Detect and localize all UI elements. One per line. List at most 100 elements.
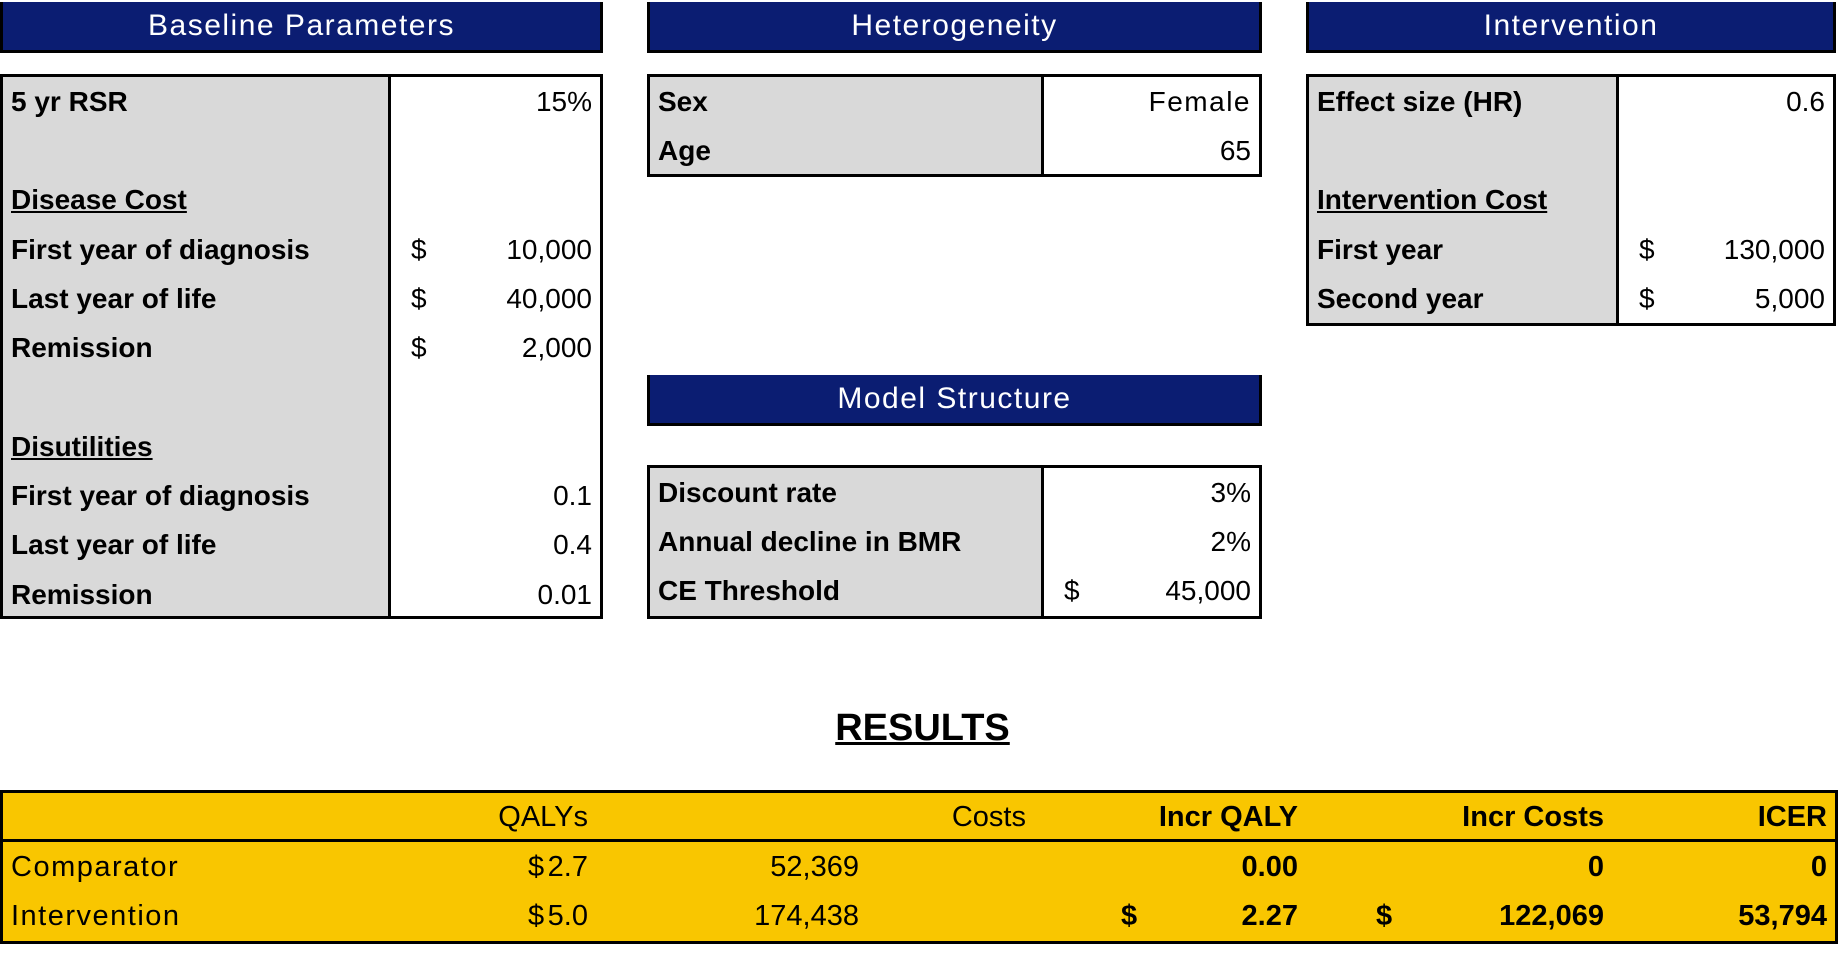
results-incr-costs: 0: [1587, 851, 1604, 883]
label-text: Annual decline in BMR: [658, 525, 962, 557]
label-text: CE Threshold: [658, 575, 841, 607]
results-label: Comparator: [11, 851, 180, 883]
parameter-value: Female: [1148, 85, 1251, 117]
parameter-label: Remission: [3, 323, 388, 372]
section-heading: Intervention Cost: [1309, 176, 1616, 225]
parameter-label: First year of diagnosis: [3, 225, 388, 274]
heterogeneity-header: Heterogeneity: [647, 2, 1262, 53]
parameter-label: Second year: [1309, 274, 1616, 323]
results-qalys: 5.0: [547, 900, 588, 932]
parameter-value-cell[interactable]: [391, 126, 600, 175]
parameter-value: 0.4: [553, 529, 592, 561]
parameter-value: 2,000: [521, 332, 592, 364]
parameter-label: Age: [650, 126, 1041, 175]
label-text: Last year of life: [11, 529, 217, 561]
label-text: First year of diagnosis: [11, 233, 310, 265]
value-column: 15% $10,000 $40,000 $2,000 0.1 0.4 0.01: [391, 77, 600, 616]
col-costs: Costs: [951, 801, 1026, 833]
results-row: Comparator 2.7 $52,369 0.00 0 0: [3, 843, 1835, 892]
parameter-label: First year of diagnosis: [3, 471, 388, 520]
results-incr-costs-currency: $: [1121, 900, 1138, 932]
intervention-table: Effect size (HR) Intervention Cost First y…: [1306, 74, 1836, 326]
value-column: 3% 2% $45,000: [1044, 468, 1259, 616]
results-incr-qaly: 2.27: [1241, 900, 1298, 932]
parameter-value-cell[interactable]: [391, 422, 600, 471]
currency-symbol: $: [411, 282, 427, 314]
label-text: Sex: [658, 85, 708, 117]
label-text: Second year: [1317, 282, 1484, 314]
label-text: Discount rate: [658, 476, 837, 508]
parameter-label: [1309, 126, 1616, 175]
parameter-value: 0.1: [553, 480, 592, 512]
parameter-value-cell[interactable]: 3%: [1044, 468, 1259, 517]
value-column: 0.6 $130,000 $5,000: [1619, 77, 1833, 323]
parameter-value-cell[interactable]: [1619, 176, 1833, 225]
label-text: First year: [1317, 233, 1444, 265]
parameter-value-cell[interactable]: $5,000: [1619, 274, 1833, 323]
parameter-value-cell[interactable]: [1619, 126, 1833, 175]
parameter-value-cell[interactable]: $45,000: [1044, 567, 1259, 616]
parameter-value-cell[interactable]: 65: [1044, 126, 1259, 175]
parameter-value: 10,000: [506, 233, 592, 265]
parameter-value-cell[interactable]: 0.4: [391, 521, 600, 570]
parameter-label: First year: [1309, 225, 1616, 274]
value-column: Female 65: [1044, 77, 1259, 174]
results-costs-currency: $: [528, 900, 545, 932]
parameter-label: Sex: [650, 77, 1041, 126]
results-costs: 174,438: [754, 900, 859, 932]
parameter-label: Remission: [3, 570, 388, 619]
currency-symbol: $: [1639, 233, 1655, 265]
label-column: 5 yr RSR Disease Cost First year of diagno…: [3, 77, 391, 616]
parameter-label: Last year of life: [3, 274, 388, 323]
parameter-value: 2%: [1210, 525, 1251, 557]
results-incr-qaly: 0.00: [1241, 851, 1298, 883]
heterogeneity-table: Sex Age Female 65: [647, 74, 1262, 177]
baseline-parameters-table: 5 yr RSR Disease Cost First year of diagno…: [0, 74, 603, 619]
model-structure-table: Discount rate Annual decline in BMR CE Thr…: [647, 465, 1262, 619]
parameter-value-cell[interactable]: $130,000: [1619, 225, 1833, 274]
parameter-value: 15%: [535, 85, 592, 117]
baseline-parameters-header: Baseline Parameters: [0, 2, 603, 53]
parameter-value: 0.01: [537, 578, 593, 610]
parameter-value: 40,000: [506, 282, 592, 314]
parameter-value-cell[interactable]: 15%: [391, 77, 600, 126]
col-icer: ICER: [1757, 801, 1827, 833]
label-column: Sex Age: [650, 77, 1044, 174]
label-text: First year of diagnosis: [11, 480, 310, 512]
parameter-value-cell[interactable]: 0.01: [391, 570, 600, 619]
label-text: Age: [658, 134, 711, 166]
parameter-value-cell[interactable]: 0.1: [391, 471, 600, 520]
parameter-value: 0.6: [1786, 85, 1825, 117]
section-heading: Disutilities: [3, 422, 388, 471]
results-qalys: 2.7: [547, 851, 588, 883]
currency-symbol: $: [1639, 282, 1655, 314]
parameter-value-cell[interactable]: 0.6: [1619, 77, 1833, 126]
parameter-value-cell[interactable]: $10,000: [391, 225, 600, 274]
results-costs: 52,369: [770, 851, 859, 883]
col-incr-costs: Incr Costs: [1462, 801, 1604, 833]
parameter-label: [3, 373, 388, 422]
label-text: Intervention Cost: [1317, 184, 1548, 216]
parameter-value-cell[interactable]: [391, 176, 600, 225]
parameter-value-cell[interactable]: $40,000: [391, 274, 600, 323]
parameter-value-cell[interactable]: $2,000: [391, 323, 600, 372]
label-text: Disutilities: [11, 430, 153, 462]
parameter-label: Effect size (HR): [1309, 77, 1616, 126]
parameter-label: Discount rate: [650, 468, 1041, 517]
parameter-value-cell[interactable]: [391, 373, 600, 422]
results-incr-costs: 122,069: [1499, 900, 1604, 932]
results-icer: 53,794: [1738, 900, 1827, 932]
parameter-value: 45,000: [1165, 575, 1251, 607]
parameter-label: Last year of life: [3, 521, 388, 570]
parameter-value-cell[interactable]: Female: [1044, 77, 1259, 126]
parameter-label: Annual decline in BMR: [650, 517, 1041, 566]
parameter-value: 130,000: [1723, 233, 1825, 265]
currency-symbol: $: [1064, 575, 1080, 607]
results-row: Intervention 5.0 $174,438 2.27 $122,069 $53,7…: [3, 892, 1835, 941]
currency-symbol: $: [411, 233, 427, 265]
label-text: Remission: [11, 332, 153, 364]
parameter-label: 5 yr RSR: [3, 77, 388, 126]
label-text: Last year of life: [11, 282, 217, 314]
results-costs-currency: $: [528, 851, 545, 883]
parameter-value-cell[interactable]: 2%: [1044, 517, 1259, 566]
